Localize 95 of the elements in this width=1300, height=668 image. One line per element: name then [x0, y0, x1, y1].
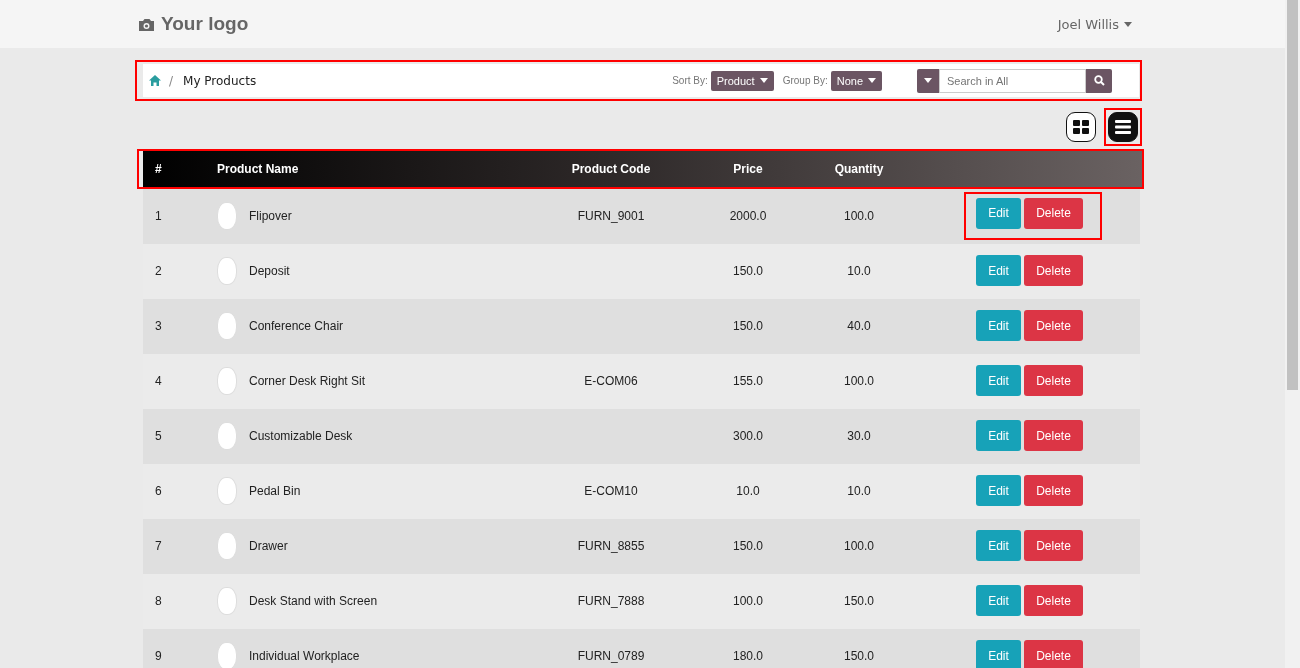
column-header: Price: [732, 162, 764, 176]
logo-text: Your logo: [161, 13, 249, 35]
product-thumbnail: [217, 531, 237, 560]
sort-dropdown[interactable]: Product: [710, 70, 774, 91]
caret-icon: [1124, 21, 1132, 27]
row-number: 4: [154, 373, 163, 388]
search-button[interactable]: [1086, 68, 1112, 93]
price: 300.0: [733, 428, 763, 443]
row-number: 2: [154, 263, 163, 278]
quantity: 100.0: [844, 208, 874, 223]
product-code: FURN_9001: [577, 208, 645, 223]
column-header: Product Name: [217, 162, 300, 176]
price: 100.0: [733, 593, 763, 608]
group-label: Group By:: [782, 75, 828, 86]
sort-label: Sort By:: [672, 75, 708, 86]
quantity: 10.0: [847, 483, 871, 498]
edit-button[interactable]: Edit: [976, 585, 1021, 616]
row-number: 8: [154, 593, 163, 608]
product-name: Individual Workplace: [249, 648, 360, 663]
quantity: 100.0: [844, 538, 874, 553]
home-icon[interactable]: [149, 75, 161, 86]
edit-button[interactable]: Edit: [976, 255, 1021, 286]
breadcrumb-separator: /: [169, 73, 174, 88]
delete-button[interactable]: Delete: [1024, 530, 1083, 561]
search-filter-dropdown[interactable]: [917, 68, 939, 93]
price: 2000.0: [729, 208, 767, 223]
caret-icon: [924, 78, 932, 83]
column-header: Quantity: [833, 162, 885, 176]
edit-button[interactable]: Edit: [976, 530, 1021, 561]
delete-button[interactable]: Delete: [1024, 640, 1083, 668]
edit-button[interactable]: Edit: [976, 420, 1021, 451]
product-name: Deposit: [249, 263, 290, 278]
user-menu[interactable]: Joel Willis: [1057, 16, 1132, 32]
product-code: FURN_0789: [577, 648, 645, 663]
search-icon: [1093, 75, 1105, 86]
edit-button[interactable]: Edit: [976, 310, 1021, 341]
breadcrumb-item: My Products: [183, 73, 257, 88]
row-number: 7: [154, 538, 163, 553]
row-number: 6: [154, 483, 163, 498]
delete-button[interactable]: Delete: [1024, 197, 1083, 229]
product-thumbnail: [217, 366, 237, 395]
delete-button[interactable]: Delete: [1024, 475, 1083, 506]
row-number: 3: [154, 318, 163, 333]
product-code: FURN_8855: [577, 538, 645, 553]
product-thumbnail: [217, 586, 237, 615]
product-thumbnail: [217, 311, 237, 340]
quantity: 150.0: [844, 648, 874, 663]
list-icon: [1115, 120, 1131, 134]
product-thumbnail: [217, 256, 237, 285]
price: 150.0: [733, 538, 763, 553]
product-name: Customizable Desk: [249, 428, 353, 443]
product-name: Pedal Bin: [249, 483, 301, 498]
product-name: Flipover: [249, 208, 292, 223]
edit-button[interactable]: Edit: [976, 365, 1021, 396]
product-name: Desk Stand with Screen: [249, 593, 378, 608]
product-name: Drawer: [249, 538, 288, 553]
edit-button[interactable]: Edit: [976, 197, 1021, 229]
price: 10.0: [736, 483, 760, 498]
product-code: E-COM10: [584, 483, 638, 498]
quantity: 150.0: [844, 593, 874, 608]
quantity: 40.0: [847, 318, 871, 333]
grid-view-button[interactable]: [1066, 112, 1096, 142]
price: 150.0: [733, 318, 763, 333]
product-code: E-COM06: [584, 373, 638, 388]
camera-icon: [138, 16, 155, 32]
product-thumbnail: [217, 476, 237, 505]
price: 180.0: [733, 648, 763, 663]
row-number: 9: [154, 648, 163, 663]
row-number: 1: [154, 208, 163, 223]
product-thumbnail: [217, 201, 237, 230]
group-dropdown[interactable]: None: [830, 70, 882, 91]
product-name: Corner Desk Right Sit: [249, 373, 366, 388]
row-number: 5: [154, 428, 163, 443]
search-field[interactable]: Search in All: [939, 68, 1086, 93]
delete-button[interactable]: Delete: [1024, 255, 1083, 286]
product-code: FURN_7888: [577, 593, 645, 608]
price: 155.0: [733, 373, 763, 388]
scrollbar[interactable]: [1285, 0, 1300, 668]
caret-icon: [759, 78, 768, 83]
caret-icon: [868, 78, 876, 83]
column-header: Product Code: [570, 162, 652, 176]
edit-button[interactable]: Edit: [976, 640, 1021, 668]
quantity: 30.0: [847, 428, 871, 443]
product-name: Conference Chair: [249, 318, 344, 333]
price: 150.0: [733, 263, 763, 278]
grid-icon: [1073, 120, 1089, 134]
delete-button[interactable]: Delete: [1024, 310, 1083, 341]
delete-button[interactable]: Delete: [1024, 585, 1083, 616]
delete-button[interactable]: Delete: [1024, 365, 1083, 396]
quantity: 10.0: [847, 263, 871, 278]
column-header: #: [154, 162, 163, 176]
edit-button[interactable]: Edit: [976, 475, 1021, 506]
product-thumbnail: [217, 421, 237, 450]
delete-button[interactable]: Delete: [1024, 420, 1083, 451]
quantity: 100.0: [844, 373, 874, 388]
